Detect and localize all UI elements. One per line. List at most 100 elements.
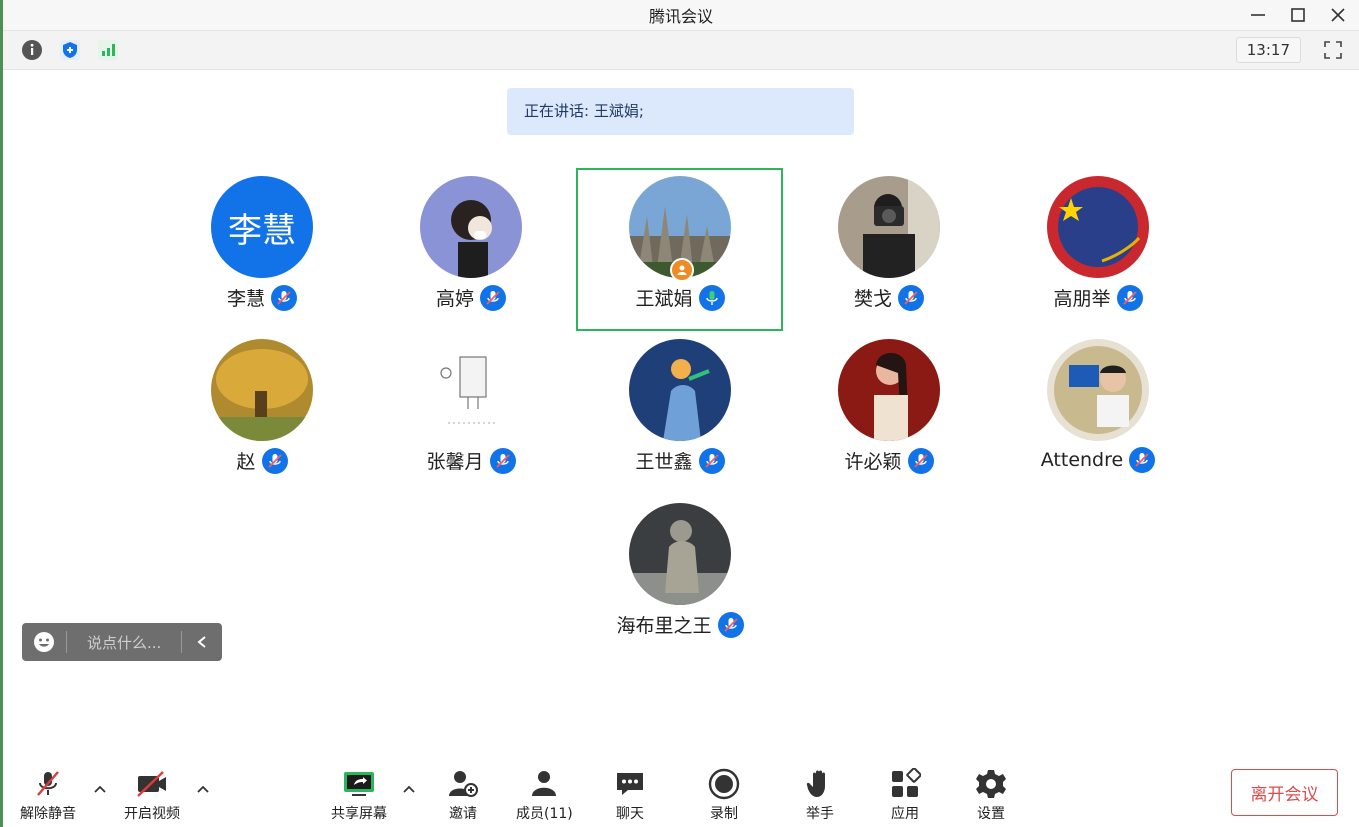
chat-label: 聊天 [616, 806, 644, 822]
participant-name: Attendre [1040, 449, 1124, 471]
participant-name: 王世鑫 [635, 451, 693, 473]
mic-muted-icon [31, 767, 65, 801]
share-screen-button[interactable]: 共享屏幕 [331, 767, 387, 823]
signal-icon[interactable] [97, 39, 119, 61]
raise-hand-label: 举手 [806, 806, 834, 822]
avatar-photo [838, 176, 940, 278]
avatar [211, 339, 313, 441]
invite-button[interactable]: 邀请 [446, 767, 480, 823]
maximize-button[interactable] [1287, 4, 1309, 26]
share-options-chevron-up-icon[interactable] [401, 781, 417, 797]
record-label: 录制 [710, 806, 738, 822]
participant-tile[interactable]: 许必颖 [799, 331, 979, 481]
audio-options-chevron-up-icon[interactable] [92, 781, 108, 797]
invite-label: 邀请 [449, 806, 477, 822]
video-options-chevron-up-icon[interactable] [195, 781, 211, 797]
fullscreen-icon [1324, 41, 1342, 59]
participant-name: 高朋举 [1053, 288, 1111, 310]
members-button[interactable]: 成员(11) [516, 767, 573, 823]
participant-tile[interactable]: 海布里之王 [590, 495, 770, 645]
meeting-clock: 13:17 [1235, 37, 1301, 63]
avatar-photo [1047, 176, 1149, 278]
participant-tile[interactable]: 王世鑫 [590, 331, 770, 481]
mic-muted-icon[interactable] [698, 447, 725, 474]
close-icon [1331, 8, 1345, 22]
collapse-chevron-icon[interactable] [182, 634, 222, 650]
apps-label: 应用 [891, 806, 919, 822]
participant-tile[interactable]: Attendre [1008, 331, 1188, 481]
avatar-initials: 李慧 [211, 176, 313, 278]
leave-meeting-button[interactable]: 离开会议 [1231, 769, 1338, 816]
participant-name: 许必颖 [844, 451, 902, 473]
chat-input-bar[interactable]: 说点什么... [22, 623, 222, 661]
shield-icon[interactable] [59, 39, 81, 61]
chat-bubble-icon [613, 767, 647, 801]
chat-button[interactable]: 聊天 [613, 767, 647, 823]
apps-button[interactable]: 应用 [888, 767, 922, 823]
host-badge-icon [670, 258, 694, 282]
camera-off-icon [135, 767, 169, 801]
mic-muted-icon[interactable] [1116, 284, 1143, 311]
settings-label: 设置 [977, 806, 1005, 822]
video-label: 开启视频 [124, 806, 180, 822]
mic-muted-icon[interactable] [489, 447, 516, 474]
mic-muted-icon[interactable] [1129, 447, 1156, 473]
chat-placeholder[interactable]: 说点什么... [67, 632, 181, 653]
fullscreen-button[interactable] [1321, 38, 1345, 62]
avatar [1047, 176, 1149, 278]
mic-speaking-icon[interactable] [698, 284, 725, 311]
info-icon[interactable] [21, 39, 43, 61]
speaking-banner: 正在讲话: 王斌娟; [507, 88, 854, 135]
avatar [629, 339, 731, 441]
close-button[interactable] [1327, 4, 1349, 26]
maximize-icon [1291, 8, 1305, 22]
apps-grid-icon [888, 767, 922, 801]
start-video-button[interactable]: 开启视频 [124, 767, 180, 823]
participant-tile[interactable]: 高朋举 [1008, 168, 1188, 318]
mic-muted-icon[interactable] [271, 284, 297, 311]
share-label: 共享屏幕 [331, 806, 387, 822]
participant-tile[interactable]: 张馨月 [381, 331, 561, 481]
mic-muted-icon[interactable] [898, 284, 924, 311]
avatar [420, 176, 522, 278]
avatar [838, 339, 940, 441]
settings-button[interactable]: 设置 [974, 767, 1008, 823]
members-label: 成员(11) [516, 806, 573, 822]
window-edge [0, 0, 3, 827]
minimize-icon [1251, 14, 1265, 16]
title-bar: 腾讯会议 [3, 0, 1359, 31]
mic-muted-icon[interactable] [907, 447, 934, 474]
raise-hand-button[interactable]: 举手 [803, 767, 837, 823]
participant-tile[interactable]: 高婷 [381, 168, 561, 318]
participant-tile[interactable]: 赵 [172, 331, 352, 481]
avatar-photo [420, 176, 522, 278]
participant-tile[interactable]: 李慧 李慧 [172, 168, 352, 318]
avatar [629, 503, 731, 605]
unmute-button[interactable]: 解除静音 [20, 767, 76, 823]
record-button[interactable]: 录制 [707, 767, 741, 823]
avatar [838, 176, 940, 278]
meeting-toolbar: 13:17 [3, 31, 1359, 70]
participant-name: 张馨月 [426, 451, 484, 473]
participant-tile-active[interactable]: 王斌娟 [590, 168, 770, 318]
minimize-button[interactable] [1247, 4, 1269, 26]
mic-muted-icon[interactable] [717, 611, 744, 638]
hand-icon [803, 767, 837, 801]
avatar-photo [1047, 339, 1149, 441]
participant-tile[interactable]: 樊戈 [799, 168, 979, 318]
avatar-photo [211, 339, 313, 441]
mic-muted-icon[interactable] [480, 284, 506, 311]
unmute-label: 解除静音 [20, 806, 76, 822]
avatar-photo [629, 339, 731, 441]
participant-name: 李慧 [226, 288, 265, 310]
invite-user-icon [446, 767, 480, 801]
gear-icon [974, 767, 1008, 801]
mic-muted-icon[interactable] [261, 447, 288, 474]
avatar-photo [420, 339, 522, 441]
emoji-icon[interactable] [22, 631, 66, 653]
share-screen-icon [342, 767, 376, 801]
participant-name: 樊戈 [853, 288, 892, 310]
participant-name: 王斌娟 [635, 288, 693, 310]
bottom-toolbar: 解除静音 开启视频 共享屏幕 邀请 成员(11) 聊天 录制 举手 应用 设置 [0, 755, 1359, 827]
avatar-photo [629, 503, 731, 605]
